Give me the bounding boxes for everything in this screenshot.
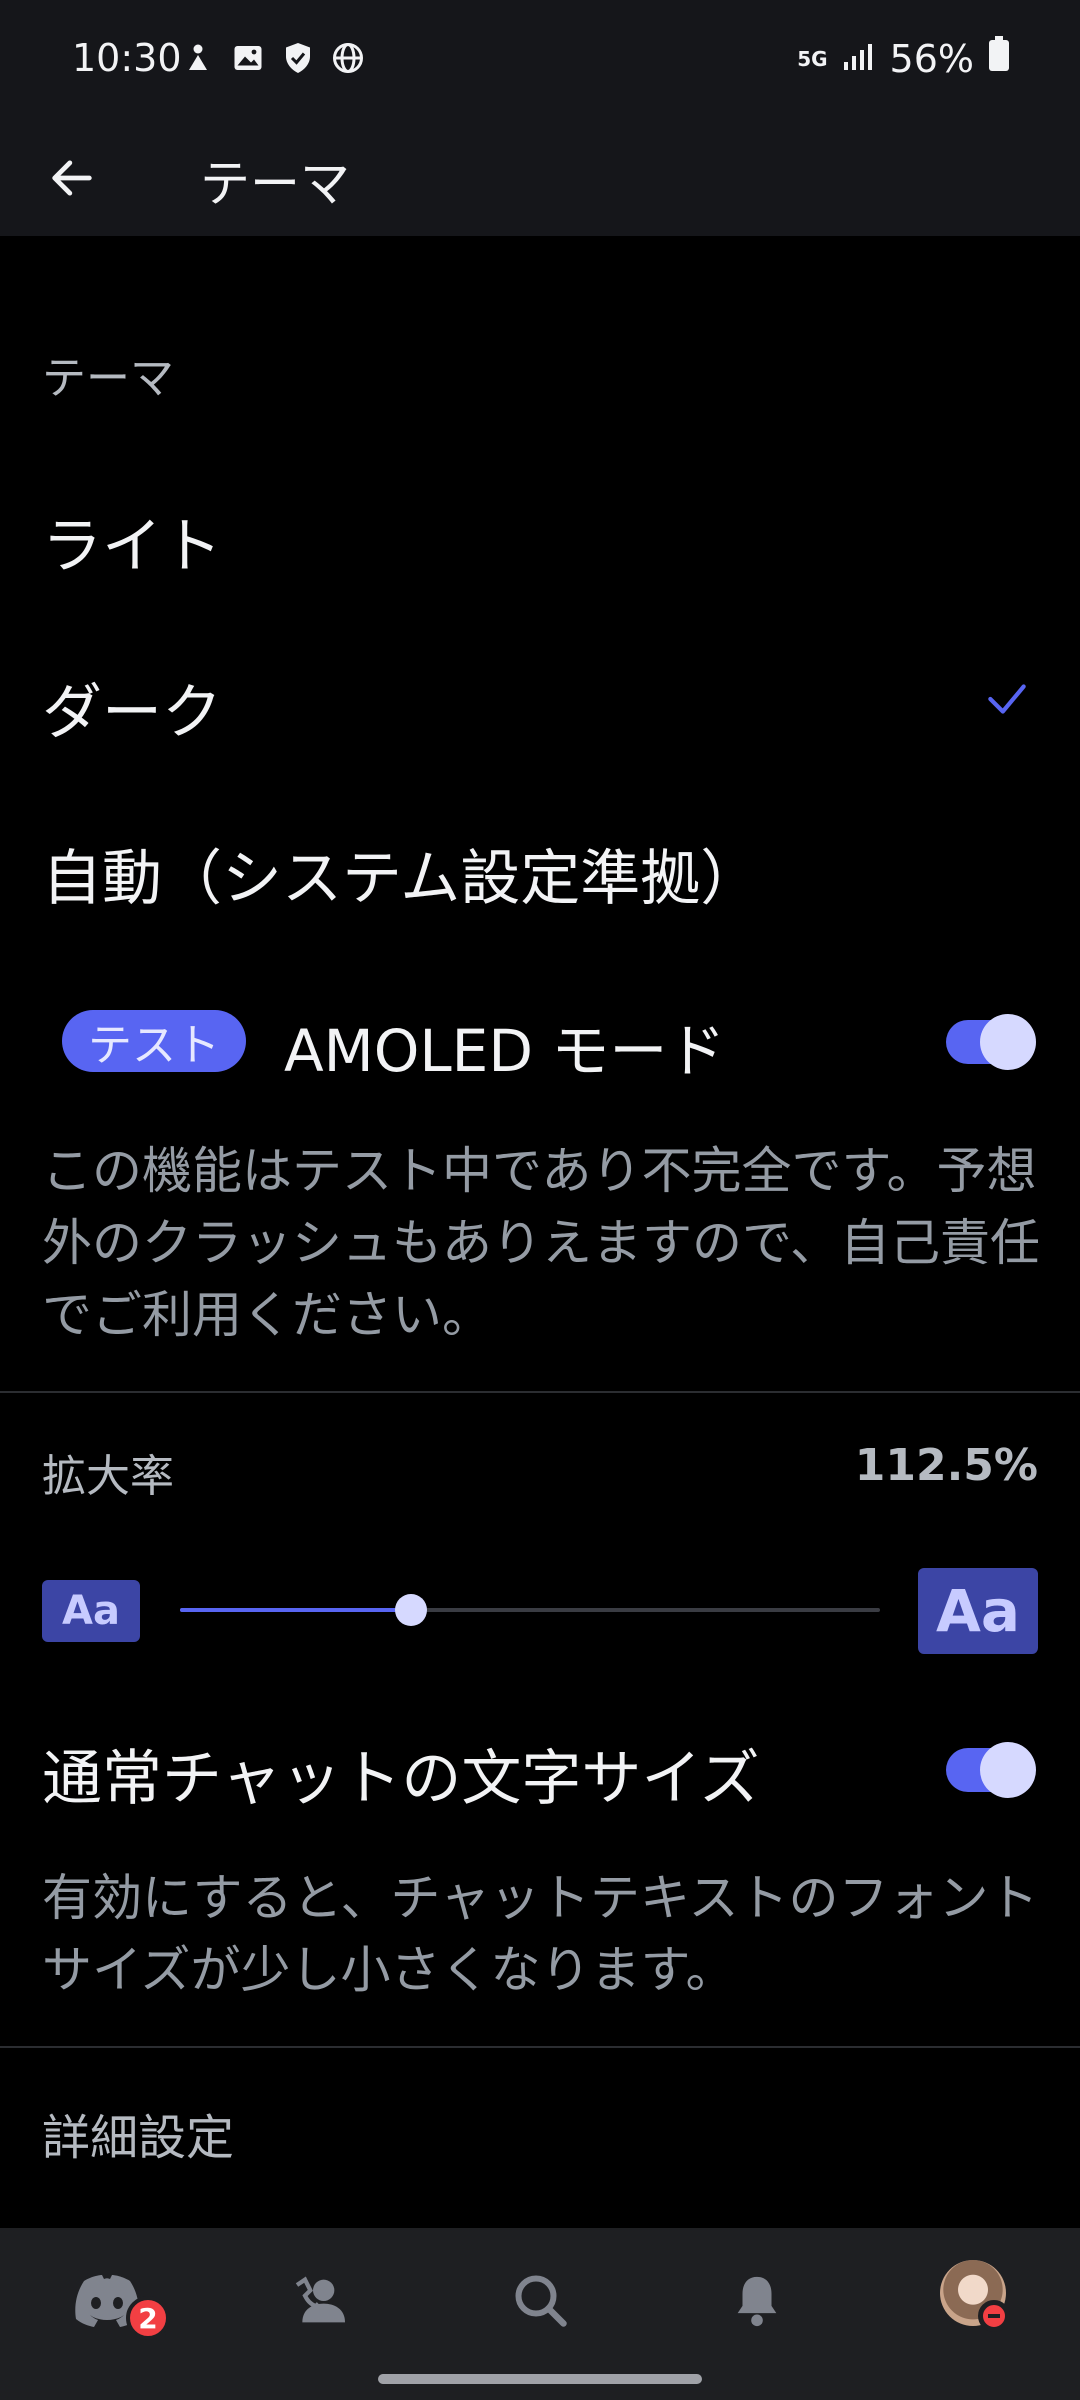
- status-time: 10:30: [72, 36, 182, 80]
- test-badge: テスト: [62, 1010, 246, 1072]
- theme-option-auto[interactable]: 自動（システム設定準拠）: [0, 790, 1080, 940]
- normal-chat-description: 有効にすると、チャットテキストのフォントサイズが少し小さくなります。: [42, 1869, 1039, 1999]
- battery-icon: [988, 36, 1010, 81]
- advanced-settings-label: 詳細設定: [42, 2110, 235, 2166]
- toggle-knob: [980, 1742, 1036, 1798]
- nav-friends[interactable]: [276, 2256, 366, 2346]
- page-title: テーマ: [200, 155, 350, 213]
- normal-chat-toggle[interactable]: [946, 1742, 1036, 1798]
- theme-option-label: ダーク: [42, 678, 222, 748]
- text-size-large-sample: Aa: [918, 1568, 1038, 1654]
- battery-text: 56%: [889, 36, 974, 81]
- friends-icon: [295, 2276, 345, 2323]
- globe-icon: [330, 40, 366, 76]
- shield-icon: [280, 40, 316, 76]
- notification-icons: [180, 40, 366, 76]
- zoom-label: 拡大率: [42, 1451, 174, 1502]
- zoom-slider[interactable]: [180, 1590, 880, 1630]
- back-button[interactable]: [36, 142, 108, 214]
- theme-option-label: 自動（システム設定準拠）: [42, 844, 761, 914]
- theme-section-label: テーマ: [42, 353, 174, 404]
- normal-chat-text-size-label: 通常チャットの文字サイズ: [42, 1744, 760, 1814]
- slider-fill: [180, 1608, 411, 1612]
- nav-notifications[interactable]: [712, 2256, 802, 2346]
- nav-search[interactable]: [496, 2256, 586, 2346]
- divider: [0, 1391, 1080, 1393]
- network-type: 5G: [797, 46, 828, 71]
- amoled-toggle[interactable]: [946, 1014, 1036, 1070]
- notification-count-badge: 2: [126, 2296, 170, 2340]
- checkmark-icon: [988, 684, 1026, 714]
- zoom-value: 112.5%: [854, 1440, 1038, 1491]
- status-bar: 10:30 5G 56%: [0, 0, 1080, 120]
- search-icon: [515, 2275, 567, 2327]
- divider: [0, 2046, 1080, 2048]
- arrow-left-icon: [52, 160, 92, 196]
- gesture-home-bar[interactable]: [378, 2374, 702, 2384]
- amoled-mode-label: AMOLED モード: [284, 1017, 726, 1085]
- amoled-description: この機能はテスト中であり不完全です。予想外のクラッシュもありえますので、自己責任…: [42, 1142, 1040, 1344]
- do-not-disturb-status-icon: [978, 2300, 1010, 2332]
- app-bar: テーマ: [0, 120, 1080, 236]
- system-status: 5G 56%: [797, 36, 1010, 81]
- bell-icon: [737, 2276, 777, 2327]
- toggle-knob: [980, 1014, 1036, 1070]
- text-size-small-sample: Aa: [42, 1580, 140, 1642]
- theme-option-light[interactable]: ライト: [0, 458, 1080, 608]
- slider-thumb[interactable]: [395, 1594, 427, 1626]
- signal-icon: [842, 37, 876, 81]
- theme-option-label: ライト: [42, 512, 222, 582]
- app-notification-icon: [180, 40, 216, 76]
- theme-option-dark[interactable]: ダーク: [0, 624, 1080, 774]
- image-icon: [230, 40, 266, 76]
